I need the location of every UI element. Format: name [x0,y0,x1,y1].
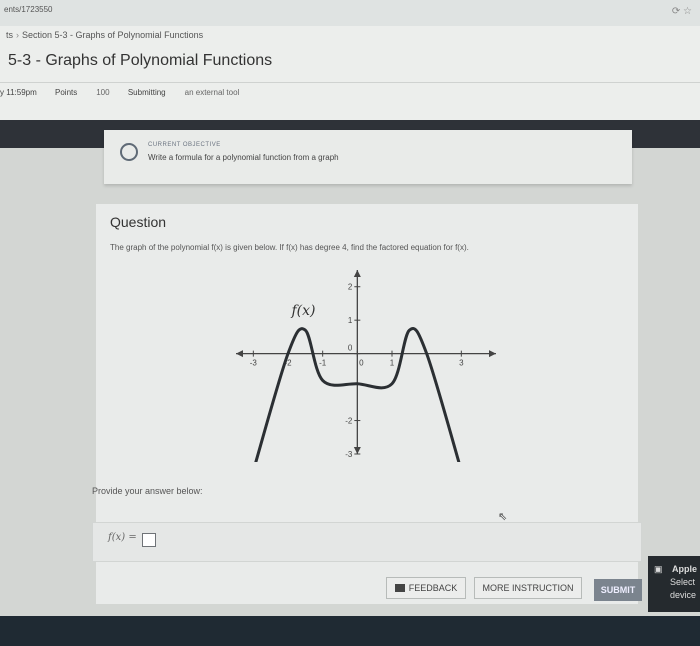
x-tick-label: -3 [250,359,258,368]
feedback-icon [394,584,405,592]
notification-title: Apple [672,564,698,574]
function-label: f(x) [290,303,315,319]
url-text: ents/1723550 [4,5,53,14]
feedback-label: FEEDBACK [408,583,458,593]
breadcrumb-separator-icon: › [16,30,20,40]
x-axis-arrow-icon [236,350,243,358]
y-tick-label: 0 [348,344,353,353]
x-tick-label: -1 [319,359,327,368]
answer-prompt: Provide your answer below: [92,486,203,496]
graph-axes [236,270,496,454]
points-value: 100 [96,88,110,97]
page-title: 5-3 - Graphs of Polynomial Functions [8,52,273,69]
x-tick-label: 1 [390,359,395,368]
y-tick-label: 1 [348,316,353,325]
objective-progress-icon [120,143,138,161]
page-header [0,26,700,120]
y-tick-label: 2 [348,283,353,292]
points-info: Points 100 [55,88,110,97]
objective-text: Write a formula for a polynomial functio… [148,153,339,162]
submitting-label: Submitting [127,88,166,97]
y-axis-arrow-icon [353,447,361,454]
notification-line: Select [670,577,696,587]
submit-button[interactable]: SUBMIT [594,579,642,601]
objective-label: CURRENT OBJECTIVE [148,142,221,148]
device-notification[interactable]: ▣ Apple Select device [648,556,700,612]
assignment-meta: y 11:59pm Points 100 Submitting an externa… [0,88,255,97]
breadcrumb-section[interactable]: Section 5-3 - Graphs of Polynomial Funct… [22,30,203,40]
y-tick-label: -2 [345,417,353,426]
y-tick-label: -3 [345,450,353,459]
y-axis-arrow-icon [353,270,361,277]
browser-url-bar[interactable]: ents/1723550 ⟳ ☆ [0,0,700,26]
header-divider [0,82,700,83]
breadcrumb: ts › Section 5-3 - Graphs of Polynomial Fu… [6,30,203,40]
notification-icon: ▣ [654,564,663,574]
question-text: The graph of the polynomial f(x) is give… [110,243,469,252]
x-tick-label: 3 [459,359,464,368]
breadcrumb-prefix[interactable]: ts [6,30,13,40]
submitting-value: an external tool [184,88,240,97]
due-date: y 11:59pm [0,88,37,97]
polynomial-graph: -3 -2 -1 0 1 3210-2-3 f(x) [236,270,496,462]
x-axis-arrow-icon [489,350,496,358]
answer-input[interactable] [142,533,156,547]
bottom-bar [0,616,700,646]
notification-line: device [670,590,697,600]
answer-area [92,522,642,562]
points-label: Points [55,88,78,97]
answer-label: f(x) = [108,532,137,543]
question-heading: Question [110,214,167,230]
submitting-info: Submitting an external tool [128,88,240,97]
feedback-button[interactable]: FEEDBACK [386,577,466,599]
x-tick-label: 0 [359,359,364,368]
more-instruction-button[interactable]: MORE INSTRUCTION [474,577,582,599]
browser-action-icons[interactable]: ⟳ ☆ [672,6,692,17]
